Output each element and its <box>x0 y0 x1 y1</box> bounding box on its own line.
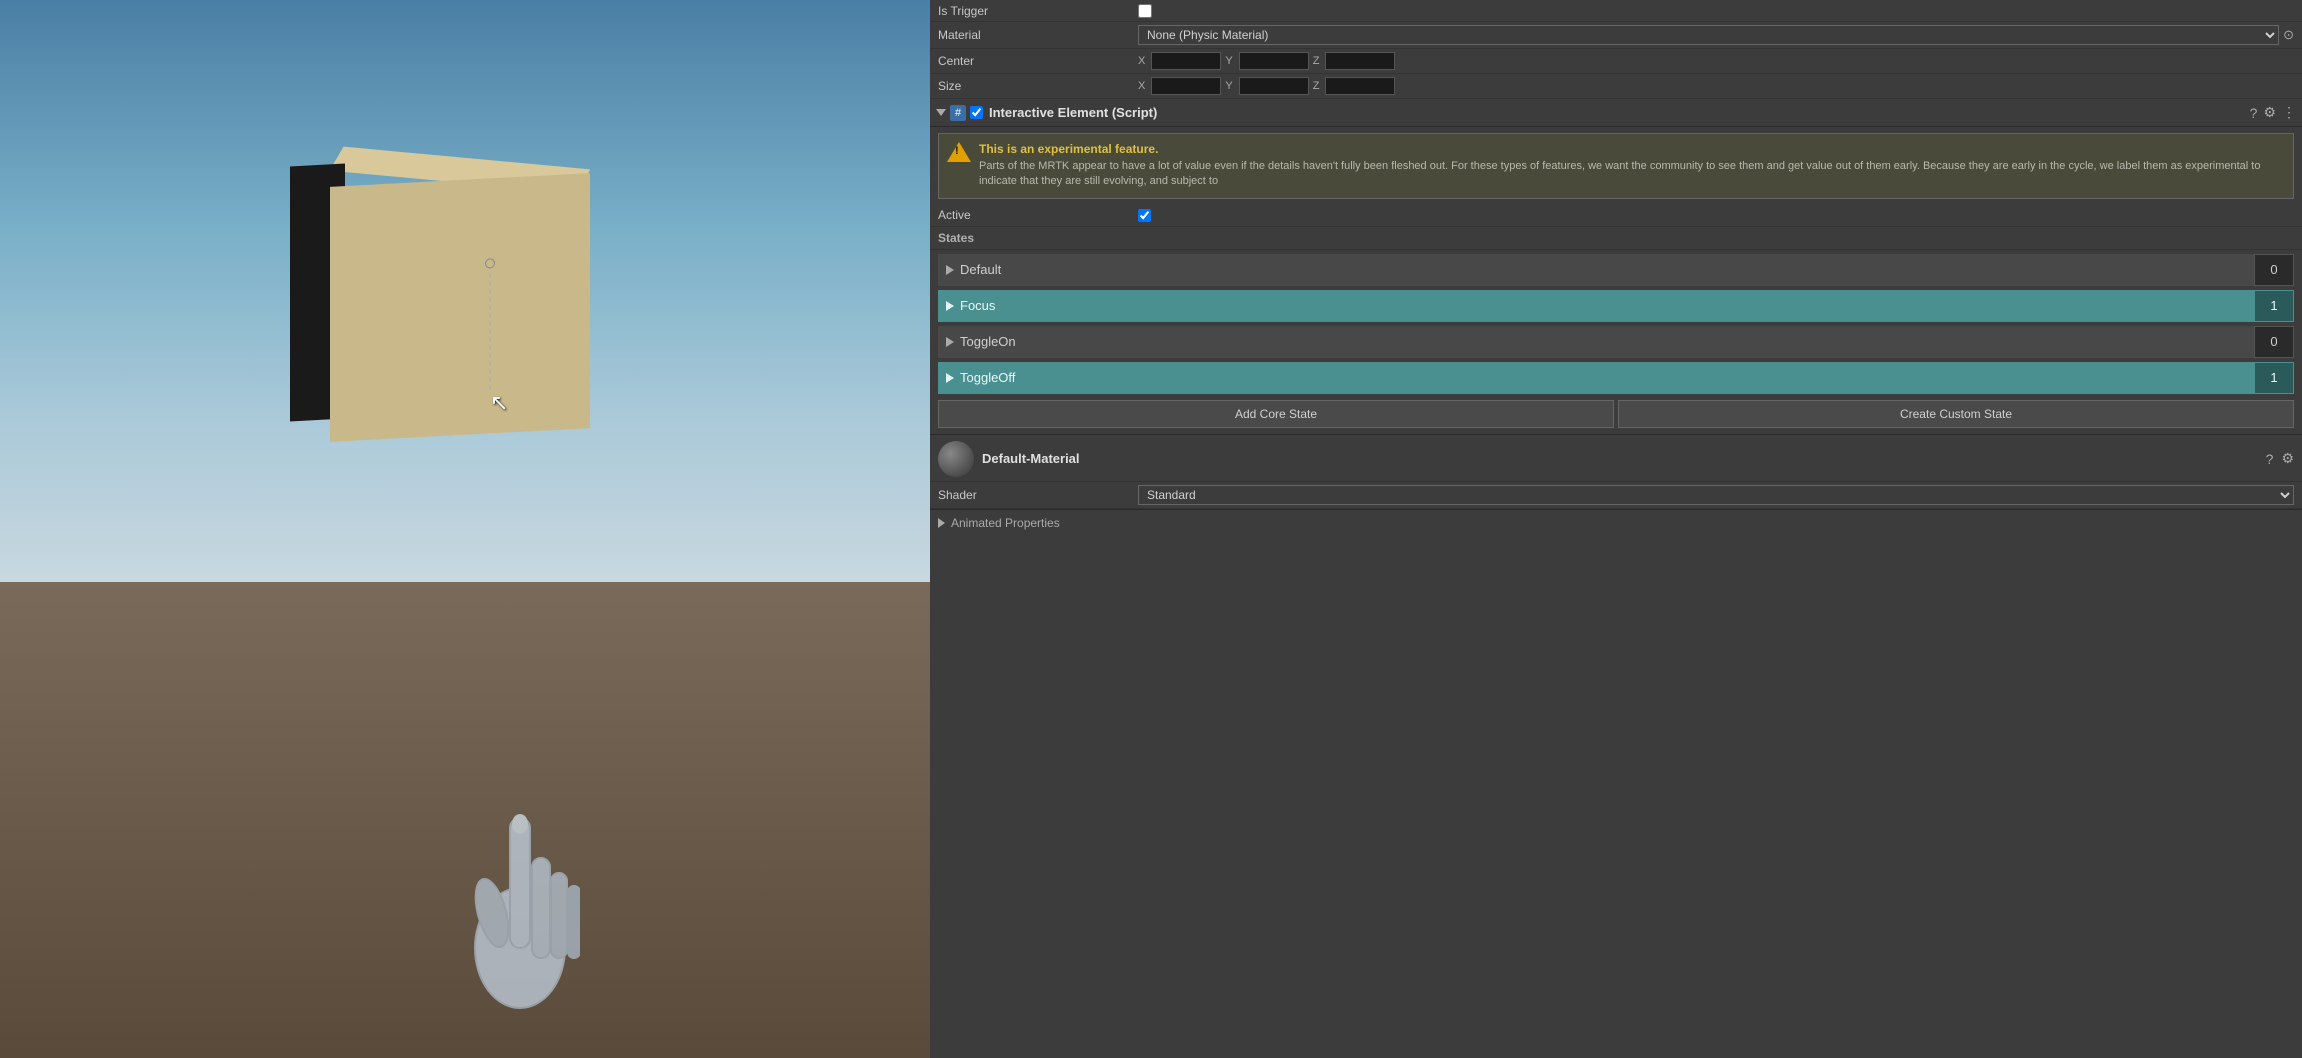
is-trigger-row: Is Trigger <box>930 0 2302 22</box>
component-more-icon[interactable]: ⋮ <box>2282 104 2296 121</box>
state-value-toggleoff: 1 <box>2254 362 2294 394</box>
cube-front-face <box>330 173 590 442</box>
divider-1 <box>930 434 2302 435</box>
state-btn-toggleoff[interactable]: ToggleOff <box>938 362 2254 394</box>
active-label: Active <box>938 208 1138 222</box>
size-z-label: Z <box>1313 80 1320 92</box>
default-material-row: Default-Material ? ⚙ <box>930 437 2302 482</box>
bottom-expand-row[interactable]: Animated Properties <box>930 509 2302 536</box>
is-trigger-checkbox[interactable] <box>1138 4 1152 18</box>
size-y-label: Y <box>1225 80 1232 92</box>
active-row: Active <box>930 205 2302 227</box>
material-value-wrap: None (Physic Material) ⊙ <box>1138 25 2294 45</box>
hand-cursor <box>460 738 580 1018</box>
state-label-toggleoff: ToggleOff <box>960 370 1015 385</box>
state-btn-default[interactable]: Default <box>938 254 2254 286</box>
center-row: Center X 0 Y 0 Z 0 <box>930 49 2302 74</box>
warning-body: Parts of the MRTK appear to have a lot o… <box>979 159 2285 190</box>
scene-viewport: ↖ <box>0 0 930 1058</box>
material-action-icons: ? ⚙ <box>2266 450 2294 467</box>
center-z-input[interactable]: 0 <box>1325 52 1395 70</box>
experimental-warning-box: This is an experimental feature. Parts o… <box>938 133 2294 199</box>
state-value-focus: 1 <box>2254 290 2294 322</box>
material-select[interactable]: None (Physic Material) <box>1138 25 2279 45</box>
size-x-label: X <box>1138 80 1145 92</box>
component-help-icon[interactable]: ? <box>2250 105 2258 121</box>
state-value-default: 0 <box>2254 254 2294 286</box>
size-z-input[interactable]: 1 <box>1325 77 1395 95</box>
size-label: Size <box>938 79 1138 93</box>
warning-icon <box>947 142 971 166</box>
shader-label: Shader <box>938 488 1138 502</box>
state-label-default: Default <box>960 262 1001 277</box>
center-z-label: Z <box>1313 55 1320 67</box>
state-row-default: Default 0 <box>938 254 2294 286</box>
size-row: Size X 1 Y 1 Z 1 <box>930 74 2302 99</box>
center-y-label: Y <box>1225 55 1232 67</box>
inspector-panel: Is Trigger Material None (Physic Materia… <box>930 0 2302 1058</box>
warning-text: This is an experimental feature. Parts o… <box>979 142 2285 190</box>
component-settings-icon[interactable]: ⚙ <box>2263 104 2276 121</box>
shader-value-wrap: Standard <box>1138 485 2294 505</box>
center-label: Center <box>938 54 1138 68</box>
state-label-toggleon: ToggleOn <box>960 334 1016 349</box>
is-trigger-value <box>1138 4 2294 18</box>
size-y-input[interactable]: 1 <box>1239 77 1309 95</box>
size-values: X 1 Y 1 Z 1 <box>1138 77 2294 95</box>
size-x-input[interactable]: 1 <box>1151 77 1221 95</box>
component-title: Interactive Element (Script) <box>989 105 2250 120</box>
states-list: Default 0 Focus 1 ToggleOn 0 ToggleOff <box>930 254 2302 394</box>
3d-cube <box>290 150 590 450</box>
state-action-buttons: Add Core State Create Custom State <box>938 400 2294 428</box>
interactive-element-header: # Interactive Element (Script) ? ⚙ ⋮ <box>930 99 2302 127</box>
material-label: Material <box>938 28 1138 42</box>
warning-title: This is an experimental feature. <box>979 142 2285 156</box>
material-row: Material None (Physic Material) ⊙ <box>930 22 2302 49</box>
center-x-label: X <box>1138 55 1145 67</box>
add-core-state-button[interactable]: Add Core State <box>938 400 1614 428</box>
state-row-toggleoff: ToggleOff 1 <box>938 362 2294 394</box>
shader-select[interactable]: Standard <box>1138 485 2294 505</box>
states-section-header: States <box>930 227 2302 250</box>
state-triangle-default <box>946 265 954 275</box>
component-hash-icon: # <box>950 105 966 121</box>
component-header-icons: ? ⚙ ⋮ <box>2250 104 2296 121</box>
warning-triangle-icon <box>947 142 971 162</box>
material-gear-icon[interactable]: ⚙ <box>2281 450 2294 467</box>
center-values: X 0 Y 0 Z 0 <box>1138 52 2294 70</box>
active-checkbox[interactable] <box>1138 209 1151 222</box>
is-trigger-label: Is Trigger <box>938 4 1138 18</box>
component-collapse-triangle[interactable] <box>936 109 946 116</box>
material-name: Default-Material <box>982 451 2266 466</box>
state-triangle-toggleon <box>946 337 954 347</box>
create-custom-state-button[interactable]: Create Custom State <box>1618 400 2294 428</box>
material-info: Default-Material <box>982 451 2266 466</box>
state-btn-toggleon[interactable]: ToggleOn <box>938 326 2254 358</box>
material-sphere-preview <box>938 441 974 477</box>
bottom-expand-triangle <box>938 518 945 528</box>
component-enabled-checkbox[interactable] <box>970 106 983 119</box>
mouse-cursor: ↖ <box>490 390 508 416</box>
bottom-expand-label: Animated Properties <box>951 516 1060 530</box>
state-triangle-toggleoff <box>946 373 954 383</box>
state-value-toggleon: 0 <box>2254 326 2294 358</box>
material-help-icon[interactable]: ? <box>2266 451 2274 467</box>
state-label-focus: Focus <box>960 298 995 313</box>
state-triangle-focus <box>946 301 954 311</box>
state-btn-focus[interactable]: Focus <box>938 290 2254 322</box>
material-select-icon[interactable]: ⊙ <box>2283 27 2294 43</box>
center-x-input[interactable]: 0 <box>1151 52 1221 70</box>
state-row-toggleon: ToggleOn 0 <box>938 326 2294 358</box>
state-row-focus: Focus 1 <box>938 290 2294 322</box>
center-y-input[interactable]: 0 <box>1239 52 1309 70</box>
shader-row: Shader Standard <box>930 482 2302 509</box>
